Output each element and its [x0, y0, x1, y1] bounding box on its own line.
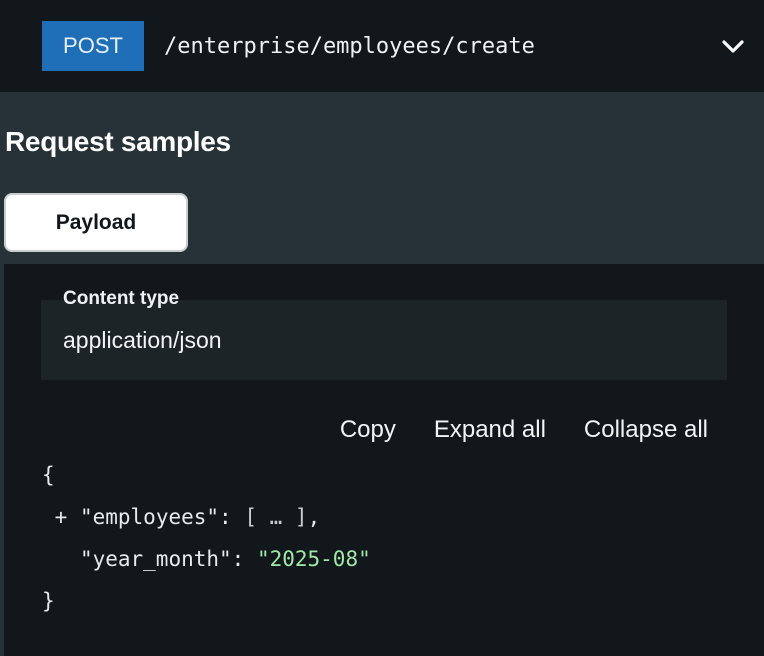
copy-button[interactable]: Copy — [340, 416, 396, 444]
open-brace: { — [42, 463, 55, 487]
content-type-value: application/json — [63, 327, 222, 353]
json-key-employees: "employees" — [79, 505, 220, 529]
collapse-all-button[interactable]: Collapse all — [584, 416, 708, 444]
endpoint-path: /enterprise/employees/create — [164, 33, 535, 59]
tab-payload[interactable]: Payload — [4, 193, 188, 252]
collapsed-array[interactable]: [ … ] — [244, 505, 307, 529]
expand-all-button[interactable]: Expand all — [434, 416, 546, 444]
request-samples-section: Request samples Payload — [0, 92, 764, 264]
content-type-label: Content type — [63, 288, 180, 309]
code-actions: Copy Expand all Collapse all — [340, 416, 708, 444]
json-key-year-month: "year_month" — [79, 547, 232, 571]
expand-toggle[interactable]: + — [55, 505, 68, 529]
http-method-badge: POST — [42, 21, 144, 71]
payload-panel: Content type application/json Copy Expan… — [4, 264, 764, 656]
json-sample: { + "employees": [ … ], "year_month": "2… — [42, 463, 371, 613]
chevron-down-icon[interactable] — [716, 30, 750, 64]
section-title: Request samples — [5, 126, 231, 157]
json-value-year-month: "2025-08" — [256, 547, 371, 571]
close-brace: } — [42, 589, 55, 613]
endpoint-header[interactable]: POST /enterprise/employees/create — [0, 0, 764, 92]
